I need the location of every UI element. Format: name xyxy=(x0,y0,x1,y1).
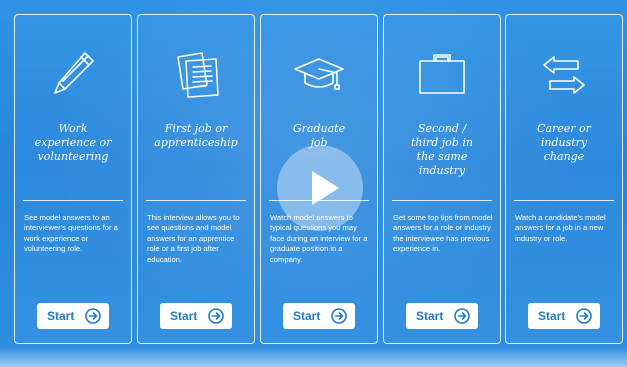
card-title: Career or industry change xyxy=(537,122,591,163)
start-button-label: Start xyxy=(170,309,198,323)
briefcase-icon xyxy=(384,43,500,103)
start-button-label: Start xyxy=(47,309,75,323)
arrow-right-circle-icon xyxy=(85,308,101,324)
card-career-change: Career or industry change Watch a candid… xyxy=(505,14,623,344)
arrow-right-circle-icon xyxy=(208,308,224,324)
card-title: Second / third job in the same industry xyxy=(411,122,473,177)
start-button[interactable]: Start xyxy=(406,303,478,329)
start-button[interactable]: Start xyxy=(283,303,355,329)
card-work-experience: Work experience or volunteering See mode… xyxy=(14,14,132,344)
arrow-right-circle-icon xyxy=(331,308,347,324)
graduation-cap-icon xyxy=(261,43,377,103)
card-description: This interview allows you to see questio… xyxy=(147,213,240,264)
card-title: First job or apprenticeship xyxy=(154,122,238,149)
start-button[interactable]: Start xyxy=(528,303,600,329)
divider xyxy=(392,200,492,201)
card-title: Work experience or volunteering xyxy=(34,122,112,163)
start-button-label: Start xyxy=(416,309,444,323)
start-button[interactable]: Start xyxy=(37,303,109,329)
arrow-right-circle-icon xyxy=(576,308,592,324)
card-first-job: First job or apprenticeship This intervi… xyxy=(137,14,255,344)
play-icon xyxy=(312,171,339,205)
start-button-label: Start xyxy=(293,309,321,323)
card-description: See model answers to an interviewer's qu… xyxy=(24,213,118,254)
swap-arrows-icon xyxy=(506,43,622,103)
divider xyxy=(514,200,614,201)
card-description: Watch a candidate's model answers for a … xyxy=(515,213,606,243)
arrow-right-circle-icon xyxy=(454,308,470,324)
divider xyxy=(23,200,123,201)
video-poster: Work experience or volunteering See mode… xyxy=(0,0,627,367)
card-second-third-job: Second / third job in the same industry … xyxy=(383,14,501,344)
start-button[interactable]: Start xyxy=(160,303,232,329)
start-button-label: Start xyxy=(538,309,566,323)
divider xyxy=(146,200,246,201)
pencil-icon xyxy=(15,43,131,103)
play-button[interactable] xyxy=(277,145,363,231)
documents-icon xyxy=(138,43,254,103)
card-description: Get some top tips from model answers for… xyxy=(393,213,493,254)
